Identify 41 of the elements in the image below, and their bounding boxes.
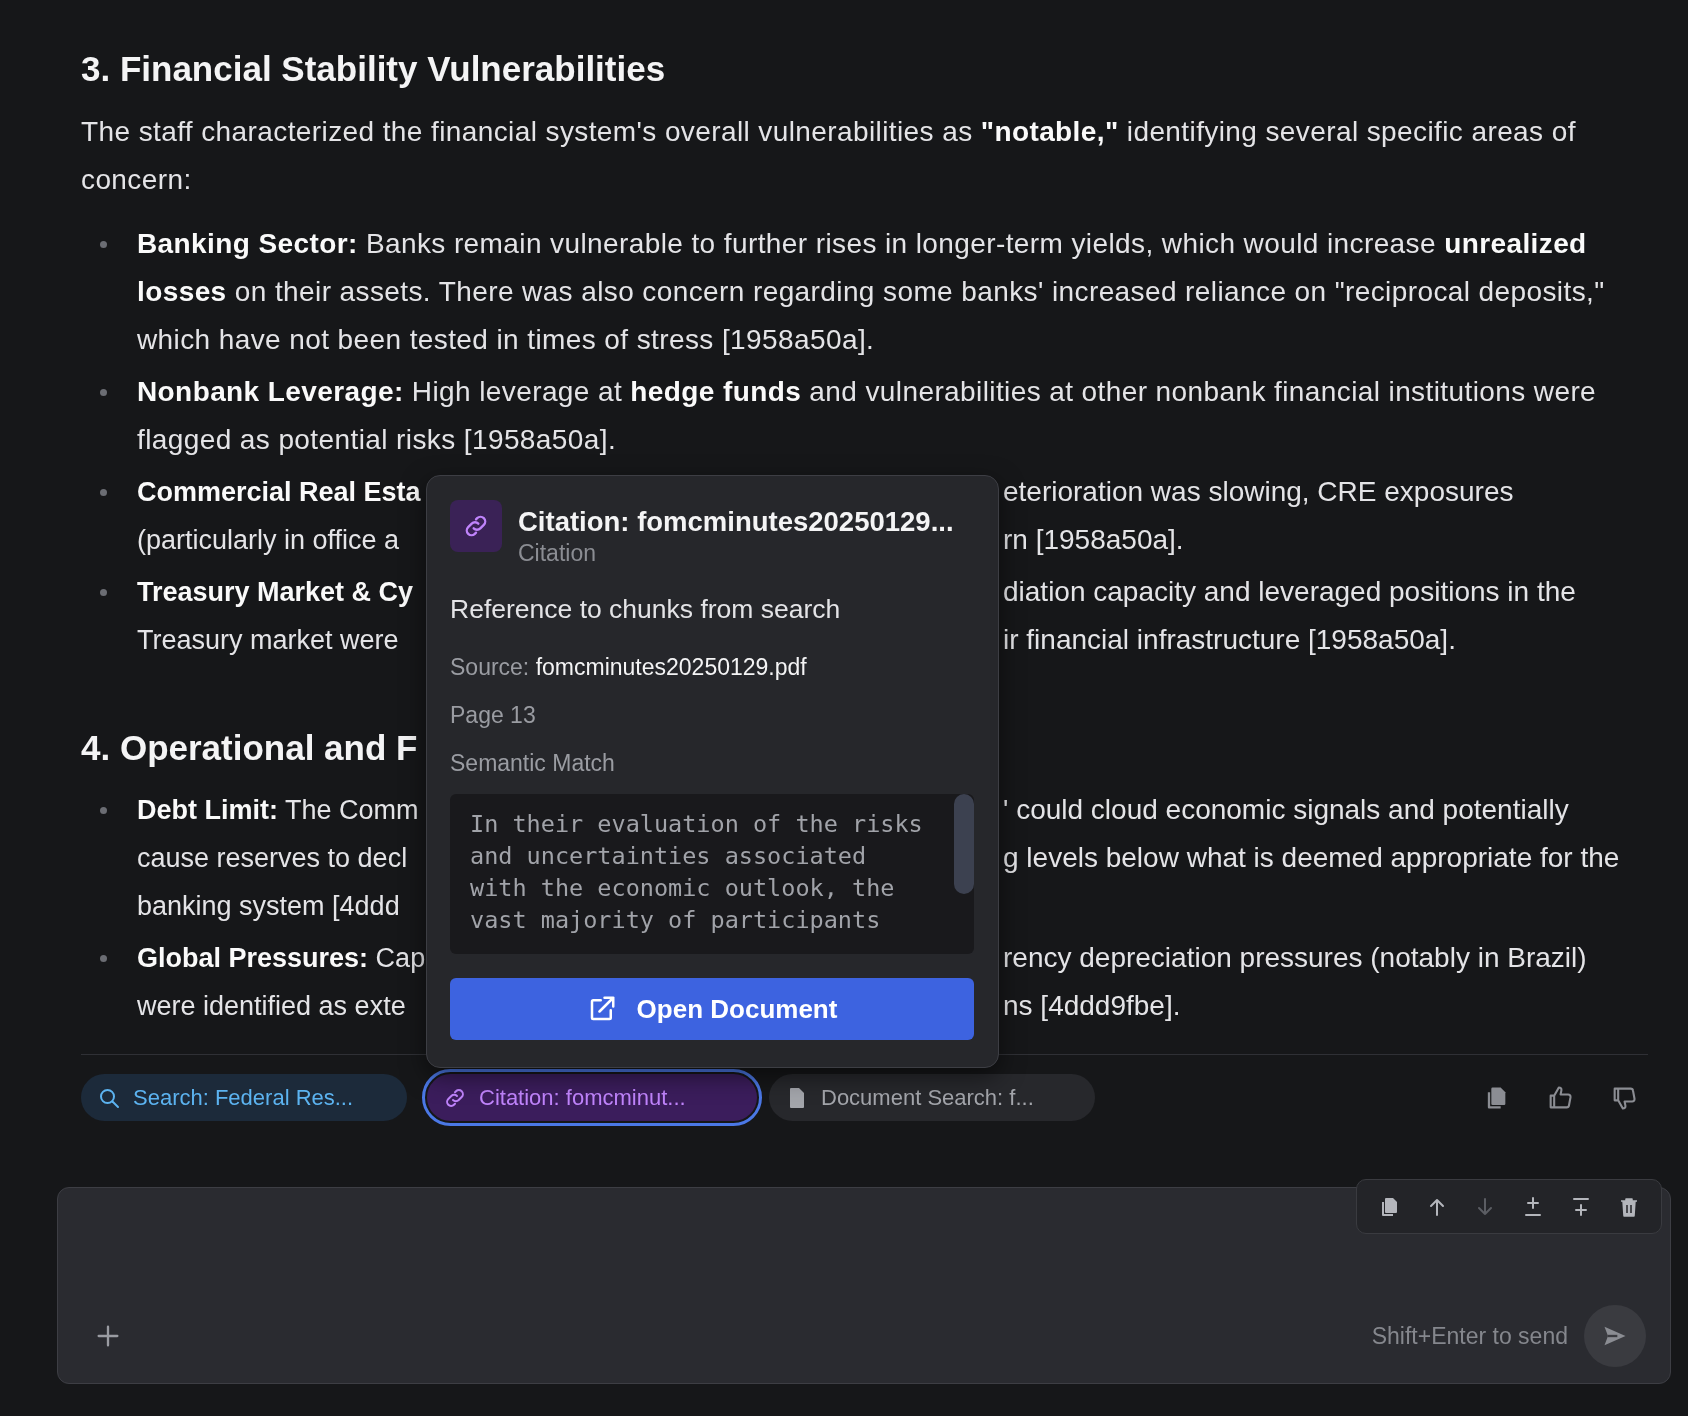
text-fragment: rn [1958a50a]. [1003, 523, 1184, 557]
text-fragment: Commercial Real Esta [137, 477, 421, 507]
source-filename: fomcminutes20250129.pdf [535, 654, 807, 680]
section-heading: 3. Financial Stability Vulnerabilities [81, 48, 666, 90]
text-fragment: g levels below what is deemed appropriate for the [1003, 841, 1620, 875]
text-fragment: diation capacity and leveraged positions in the [1003, 575, 1576, 609]
source-label: Source: [450, 654, 530, 680]
excerpt-text: In their evaluation of the risks and uncertainties associated with the economic outlook, the vast majority of participants [470, 809, 923, 936]
text-fragment: Debt Limit: The Comm [137, 795, 419, 825]
popup-description: Reference to chunks from search [450, 593, 842, 626]
scrollbar-thumb[interactable] [954, 794, 974, 894]
text-fragment: cause reserves to decl [137, 843, 408, 873]
send-hint: Shift+Enter to send [1371, 1322, 1568, 1350]
bullet-dot [100, 389, 107, 396]
bullet-text: Nonbank Leverage: High leverage at hedge funds and vulnerabilities at other nonbank financial institutions were flagged as potential risks [1958a50a]. [137, 375, 1598, 457]
text-fragment: ' could cloud economic signals and potentially [1003, 793, 1569, 827]
text-fragment: banking system [4ddd [137, 891, 400, 921]
source-chip[interactable]: Search: Federal Res... [81, 1074, 407, 1121]
paragraph: The staff characterized the financial system's overall vulnerabilities as "notable," identifying several specific areas of concern: [81, 115, 1577, 197]
match-type: Semantic Match [450, 749, 616, 778]
bullet-dot [100, 807, 107, 814]
bullet-dot [100, 489, 107, 496]
source-chip[interactable]: Document Search: f... [769, 1074, 1095, 1121]
text-fragment: Global Pressures: Cap [137, 943, 426, 973]
page-number: Page 13 [450, 701, 537, 730]
bullet-dot [100, 241, 107, 248]
bullet-dot [100, 589, 107, 596]
text-fragment: eterioration was slowing, CRE exposures [1003, 475, 1514, 509]
bullet-text: Banking Sector: Banks remain vulnerable to further rises in longer-term yields, which would increase unrealized losses on their assets. There was also concern regarding some banks' increased reliance on "reciprocal deposits," which have not been tested in times of stress [1958a50a]. [137, 227, 1606, 357]
section-heading: 4. Operational and F [81, 727, 418, 769]
text-fragment: (particularly in office a [137, 525, 400, 555]
text-fragment: ir financial infrastructure [1958a50a]. [1003, 623, 1456, 657]
popup-subtitle: Citation [518, 539, 597, 568]
text-fragment: rency depreciation pressures (notably in Brazil) [1003, 941, 1587, 975]
text-fragment: were identified as exte [137, 991, 406, 1021]
text-fragment: ns [4ddd9fbe]. [1003, 989, 1181, 1023]
open-document-button[interactable]: Open Document [450, 978, 974, 1040]
bullet-dot [100, 955, 107, 962]
popup-title: Citation: fomcminutes20250129... [518, 506, 954, 538]
text-fragment: Treasury market were [137, 625, 399, 655]
text-fragment: Treasury Market & Cy [137, 577, 414, 607]
